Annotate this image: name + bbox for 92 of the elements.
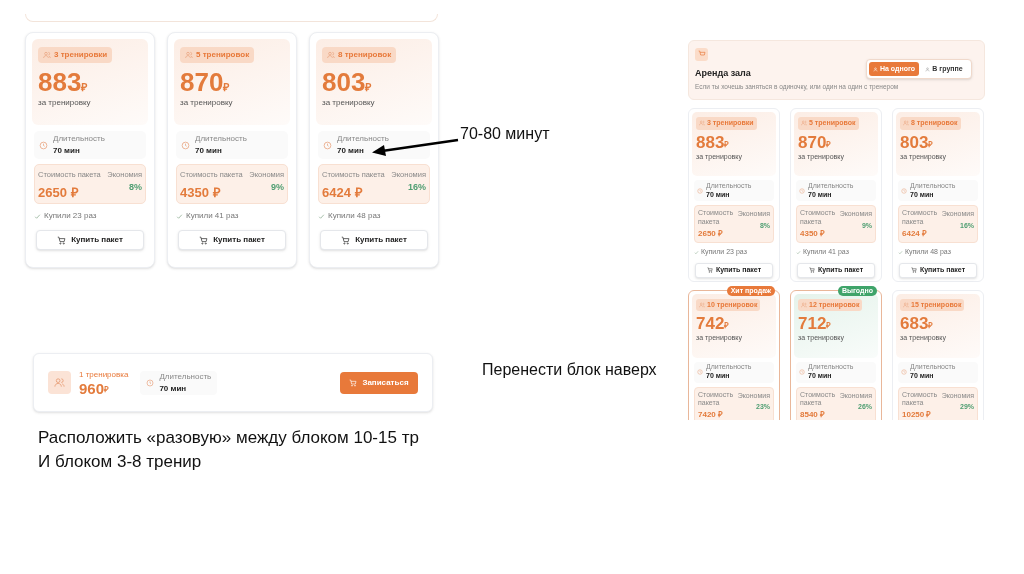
duration-label: Длительность (53, 133, 105, 145)
price: 683 (900, 315, 929, 332)
clock-icon (146, 378, 155, 387)
badge-text: 8 тренировок (338, 49, 392, 61)
price: 883 (696, 133, 725, 151)
purchase-count: Купили 41 раз (186, 210, 239, 222)
package-price: 6424 ₽ (902, 227, 929, 240)
clock-icon (181, 140, 190, 150)
price: 742 (696, 315, 725, 332)
buy-button[interactable]: Купить пакет (178, 230, 286, 250)
package-price: 6424 ₽ (322, 184, 364, 203)
buy-button[interactable]: Купить пакет (36, 230, 144, 250)
cart-icon (910, 267, 917, 273)
currency-sign: ₽ (104, 385, 110, 396)
package-price: 10250 ₽ (902, 409, 933, 420)
cart-icon (199, 235, 209, 245)
annotation-text: 70-80 минут (460, 124, 550, 144)
duration-value: 70 мин (159, 382, 188, 395)
check-icon (318, 212, 325, 220)
duration-value: 70 мин (337, 145, 365, 157)
people-icon (185, 51, 193, 59)
check-icon (898, 249, 903, 255)
clock-icon (901, 187, 907, 194)
package-price: 2650 ₽ (698, 227, 725, 240)
people-icon (903, 301, 909, 308)
cart-icon (57, 235, 67, 245)
savings-value: 16% (407, 181, 426, 195)
buy-button[interactable]: Купить пакет (320, 230, 428, 250)
price-caption: за тренировку (322, 97, 376, 109)
people-icon (801, 120, 807, 127)
currency-sign: ₽ (928, 321, 934, 332)
clock-icon (901, 369, 907, 375)
savings-value: 9% (270, 181, 284, 195)
currency-sign: ₽ (826, 321, 832, 332)
price: 712 (798, 315, 827, 332)
duration-value: 70 мин (53, 145, 81, 157)
currency-sign: ₽ (223, 80, 230, 95)
person-icon (872, 66, 878, 72)
cart-icon (808, 267, 815, 273)
price: 803 (900, 133, 929, 151)
clock-icon (697, 369, 703, 375)
clock-icon (799, 369, 805, 375)
purchase-count: Купили 23 раз (44, 210, 97, 222)
annotation-text: Расположить «разовую» между блоком 10-15 тр И блоком 3-8 тренир (38, 427, 419, 473)
people-icon (699, 120, 705, 127)
person-icon (925, 66, 931, 72)
price-caption: за тренировку (38, 97, 92, 109)
currency-sign: ₽ (826, 139, 832, 151)
price: 870 (180, 69, 224, 95)
price: 870 (798, 133, 827, 151)
purchase-count: Купили 48 раз (328, 210, 381, 222)
currency-sign: ₽ (928, 139, 934, 151)
package-price: 4350 ₽ (800, 227, 827, 240)
people-icon (801, 301, 807, 308)
duration-value: 70 мин (195, 145, 223, 157)
package-price: 2650 ₽ (38, 184, 80, 203)
cart-icon (341, 235, 351, 245)
badge-text: 3 тренировки (54, 49, 108, 61)
people-icon (327, 51, 335, 59)
check-icon (694, 249, 699, 255)
people-icon (699, 301, 705, 308)
session-label: 1 тренировка (79, 369, 129, 381)
duration-label: Длительность (159, 370, 212, 383)
check-icon (176, 212, 183, 220)
cart-icon (349, 378, 358, 387)
clock-icon (323, 140, 332, 150)
duration-label: Длительность (195, 133, 247, 145)
annotation-text: Перенести блок наверх (482, 360, 657, 380)
cart-icon (706, 267, 713, 273)
duration-label: Длительность (337, 133, 389, 145)
section-title: Аренда зала (695, 66, 751, 80)
currency-sign: ₽ (724, 139, 730, 151)
savings-value: 8% (128, 181, 142, 195)
badge-text: 5 тренировок (196, 49, 250, 61)
clock-icon (697, 187, 703, 194)
price: 960 (79, 381, 105, 396)
currency-sign: ₽ (81, 80, 88, 95)
currency-sign: ₽ (365, 80, 372, 95)
package-price: 7420 ₽ (698, 409, 725, 420)
clock-icon (39, 140, 48, 150)
clock-icon (799, 187, 805, 194)
currency-sign: ₽ (724, 321, 730, 332)
check-icon (796, 249, 801, 255)
check-icon (34, 212, 41, 220)
price: 883 (38, 69, 82, 95)
people-icon (54, 377, 65, 388)
people-icon (43, 51, 51, 59)
package-price: 4350 ₽ (180, 184, 222, 203)
price: 803 (322, 69, 366, 95)
people-icon (903, 120, 909, 127)
package-price: 8540 ₽ (800, 409, 827, 420)
price-caption: за тренировку (180, 97, 234, 109)
